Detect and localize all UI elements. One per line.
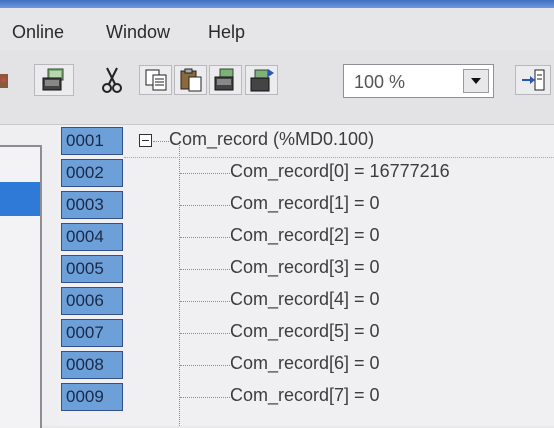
copy-icon[interactable] (139, 65, 172, 95)
variable-value: Com_record[3] = 0 (230, 257, 380, 277)
zoom-select[interactable]: 100 % (343, 64, 494, 98)
zoom-value: 100 % (354, 72, 406, 92)
insert-icon[interactable] (515, 65, 551, 95)
table-row[interactable]: 0001 Com_record (%MD0.100) (58, 125, 554, 156)
tree-branch (180, 333, 230, 334)
variable-value: Com_record[7] = 0 (230, 385, 380, 405)
menu-help[interactable]: Help (208, 22, 245, 43)
toolbar: 100 % (0, 50, 554, 125)
tree-branch (180, 365, 230, 366)
variable-value: Com_record[1] = 0 (230, 193, 380, 213)
row-number: 0004 (61, 223, 123, 251)
title-bar (0, 0, 554, 8)
menu-bar: Online Window Help (0, 8, 554, 50)
table-row[interactable]: 0006 Com_record[4] = 0 (58, 285, 554, 316)
monitor-forward-icon[interactable] (245, 65, 278, 95)
menu-online[interactable]: Online (12, 22, 64, 43)
row-number: 0007 (61, 319, 123, 347)
table-row[interactable]: 0005 Com_record[3] = 0 (58, 253, 554, 284)
tree-branch (180, 269, 230, 270)
menu-window[interactable]: Window (106, 22, 170, 43)
monitor-icon[interactable] (34, 64, 74, 96)
variable-value: Com_record[5] = 0 (230, 321, 380, 341)
row-number: 0002 (61, 159, 123, 187)
left-pane (0, 125, 59, 428)
row-number: 0001 (61, 127, 123, 155)
row-number: 0005 (61, 255, 123, 283)
tree-branch (180, 205, 230, 206)
row-number: 0008 (61, 351, 123, 379)
tree-branch (180, 397, 230, 398)
table-row[interactable]: 0002 Com_record[0] = 16777216 (58, 157, 554, 188)
variable-value: Com_record[4] = 0 (230, 289, 380, 309)
row-number: 0003 (61, 191, 123, 219)
variable-value: Com_record[2] = 0 (230, 225, 380, 245)
cut-icon[interactable] (95, 65, 128, 95)
watch-list: 0001 Com_record (%MD0.100) 0002 Com_reco… (58, 125, 554, 426)
variable-value: Com_record[6] = 0 (230, 353, 380, 373)
table-row[interactable]: 0007 Com_record[5] = 0 (58, 317, 554, 348)
tree-branch (153, 141, 169, 142)
table-row[interactable]: 0008 Com_record[6] = 0 (58, 349, 554, 380)
table-row[interactable]: 0004 Com_record[2] = 0 (58, 221, 554, 252)
collapse-icon[interactable] (139, 134, 152, 147)
variable-value: Com_record[0] = 16777216 (230, 161, 450, 181)
tree-branch (180, 301, 230, 302)
monitor-variable-icon[interactable] (209, 65, 242, 95)
paste-icon[interactable] (174, 65, 207, 95)
row-number: 0006 (61, 287, 123, 315)
table-row[interactable]: 0003 Com_record[1] = 0 (58, 189, 554, 220)
toolbar-edge-icon[interactable] (0, 70, 10, 94)
table-row[interactable]: 0009 Com_record[7] = 0 (58, 381, 554, 412)
row-number: 0009 (61, 383, 123, 411)
tree-branch (180, 237, 230, 238)
selected-item[interactable] (0, 182, 40, 216)
chevron-down-icon[interactable] (463, 69, 489, 93)
variable-label: Com_record (%MD0.100) (169, 129, 375, 149)
tree-branch (180, 173, 230, 174)
